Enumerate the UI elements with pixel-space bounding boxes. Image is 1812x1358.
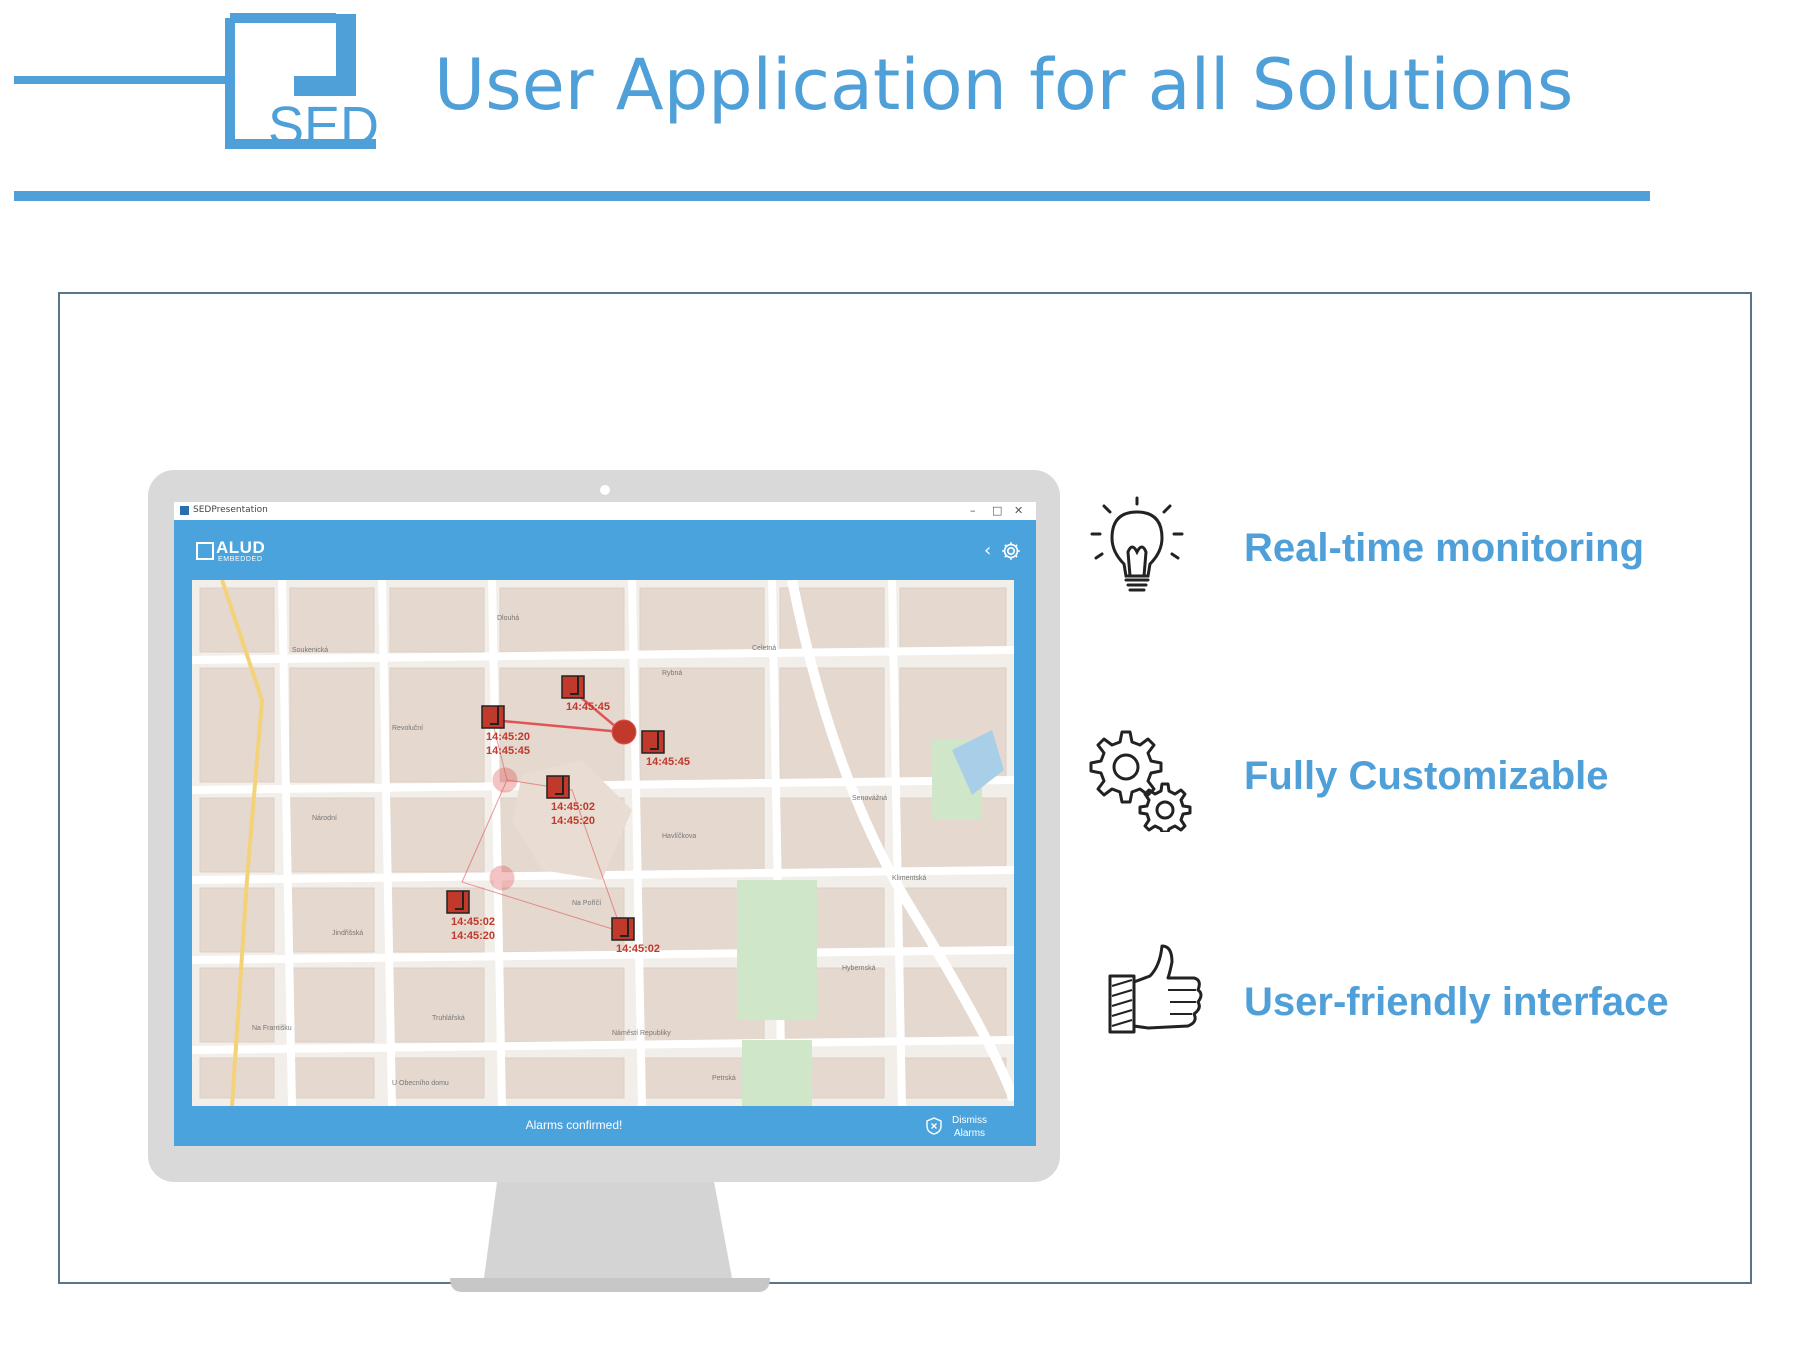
alarm-timestamp: 14:45:20 [551, 815, 595, 827]
street-label: Havlíčkova [662, 833, 696, 840]
city-block [199, 667, 275, 783]
city-block [199, 1057, 275, 1099]
alarm-timestamp: 14:45:02 [451, 916, 495, 928]
maximize-button[interactable]: □ [992, 504, 1002, 517]
webcam-dot [600, 485, 610, 495]
sed-logo: SED [225, 13, 379, 150]
minimize-button[interactable]: – [970, 504, 976, 517]
back-icon[interactable]: ‹ [984, 542, 991, 560]
dismiss-label-line2: Alarms [953, 1128, 986, 1139]
street-label: Hybernská [842, 965, 876, 972]
street-label: U Obecního domu [392, 1080, 449, 1087]
street-label: Soukenická [292, 647, 328, 654]
city-block [389, 967, 485, 1043]
thumbs-up-icon [1108, 944, 1203, 1034]
past-position-marker [489, 865, 515, 891]
city-block [389, 797, 485, 873]
park [737, 880, 817, 1020]
brand-subtitle: EMBEDDED [218, 556, 263, 563]
feature-label-userfriendly: User-friendly interface [1244, 980, 1669, 1024]
dismiss-alarms-button[interactable]: Dismiss Alarms [924, 1110, 1034, 1142]
status-message: Alarms confirmed! [525, 1118, 623, 1132]
city-block [199, 887, 275, 953]
street-label: Revoluční [392, 725, 423, 732]
alarm-timestamp: 14:45:45 [566, 701, 610, 713]
street-label: Náměstí Republiky [612, 1030, 671, 1037]
street-label: Dlouhá [497, 615, 519, 622]
city-block [499, 1057, 625, 1099]
alarm-timestamp: 14:45:02 [551, 801, 595, 813]
gears-icon [1089, 730, 1192, 832]
header-rule-bottom [14, 191, 1650, 201]
page-title: User Application for all Solutions [434, 44, 1574, 126]
dismiss-alarms-label: Dismiss Alarms [952, 1114, 987, 1140]
street-label: Celetná [752, 645, 776, 652]
dismiss-label-line1: Dismiss [952, 1115, 987, 1126]
app-icon [180, 506, 189, 515]
city-block [639, 587, 765, 653]
gear-icon[interactable] [1000, 540, 1022, 562]
alarm-timestamp: 14:45:45 [646, 756, 690, 768]
alarm-timestamp: 14:45:02 [616, 943, 660, 955]
window-titlebar: SEDPresentation – □ ✕ [174, 502, 1036, 521]
city-block [289, 1057, 375, 1099]
street-label: Petrská [712, 1075, 736, 1082]
app-header: ALUD EMBEDDED ‹ [174, 520, 1036, 578]
lightbulb-icon [1090, 496, 1184, 592]
city-block [499, 887, 625, 953]
close-button[interactable]: ✕ [1014, 504, 1023, 517]
past-position-marker [492, 767, 518, 793]
city-block [289, 887, 375, 953]
street-label: Na Poříčí [572, 900, 601, 907]
street-label: Truhlářská [432, 1015, 465, 1022]
park-south [742, 1040, 812, 1106]
city-block [899, 587, 1007, 653]
shield-x-icon [926, 1117, 942, 1135]
header-rule-left [14, 76, 229, 84]
city-block [289, 587, 375, 653]
city-block [639, 797, 765, 873]
city-block [899, 1057, 1007, 1099]
map-view[interactable]: Soukenická Revoluční Dlouhá Rybná Celetná Nár… [192, 580, 1014, 1106]
feature-label-customizable: Fully Customizable [1244, 754, 1609, 798]
city-block [389, 587, 485, 653]
alarm-timestamp: 14:45:20 [451, 930, 495, 942]
city-block [499, 967, 625, 1043]
app-window: SEDPresentation – □ ✕ ALUD EMBEDDED ‹ So… [174, 502, 1036, 1146]
city-block [389, 1057, 485, 1099]
city-block [289, 797, 375, 873]
street-label: Rybná [662, 670, 682, 677]
feature-label-realtime: Real-time monitoring [1244, 526, 1645, 570]
status-bar: Alarms confirmed! Dismiss Alarms [174, 1106, 1036, 1146]
brand-name: ALUD [216, 538, 266, 557]
city-block [289, 967, 375, 1043]
street-label: Národní [312, 815, 337, 822]
logo-text: SED [268, 96, 379, 150]
alarm-person-marker [611, 719, 637, 745]
city-block [199, 797, 275, 873]
street-label: Jindřišská [332, 930, 363, 937]
city-block [289, 667, 375, 783]
street-label: Senovážná [852, 795, 887, 802]
window-title: SEDPresentation [193, 505, 268, 515]
map-canvas[interactable]: Soukenická Revoluční Dlouhá Rybná Celetná Nár… [192, 580, 1014, 1106]
brand-square-icon [196, 542, 214, 560]
street-label: Klimentská [892, 875, 926, 882]
alarm-timestamp: 14:45:20 [486, 731, 530, 743]
alarm-timestamp: 14:45:45 [486, 745, 530, 757]
street-label: Na Františku [252, 1025, 292, 1032]
